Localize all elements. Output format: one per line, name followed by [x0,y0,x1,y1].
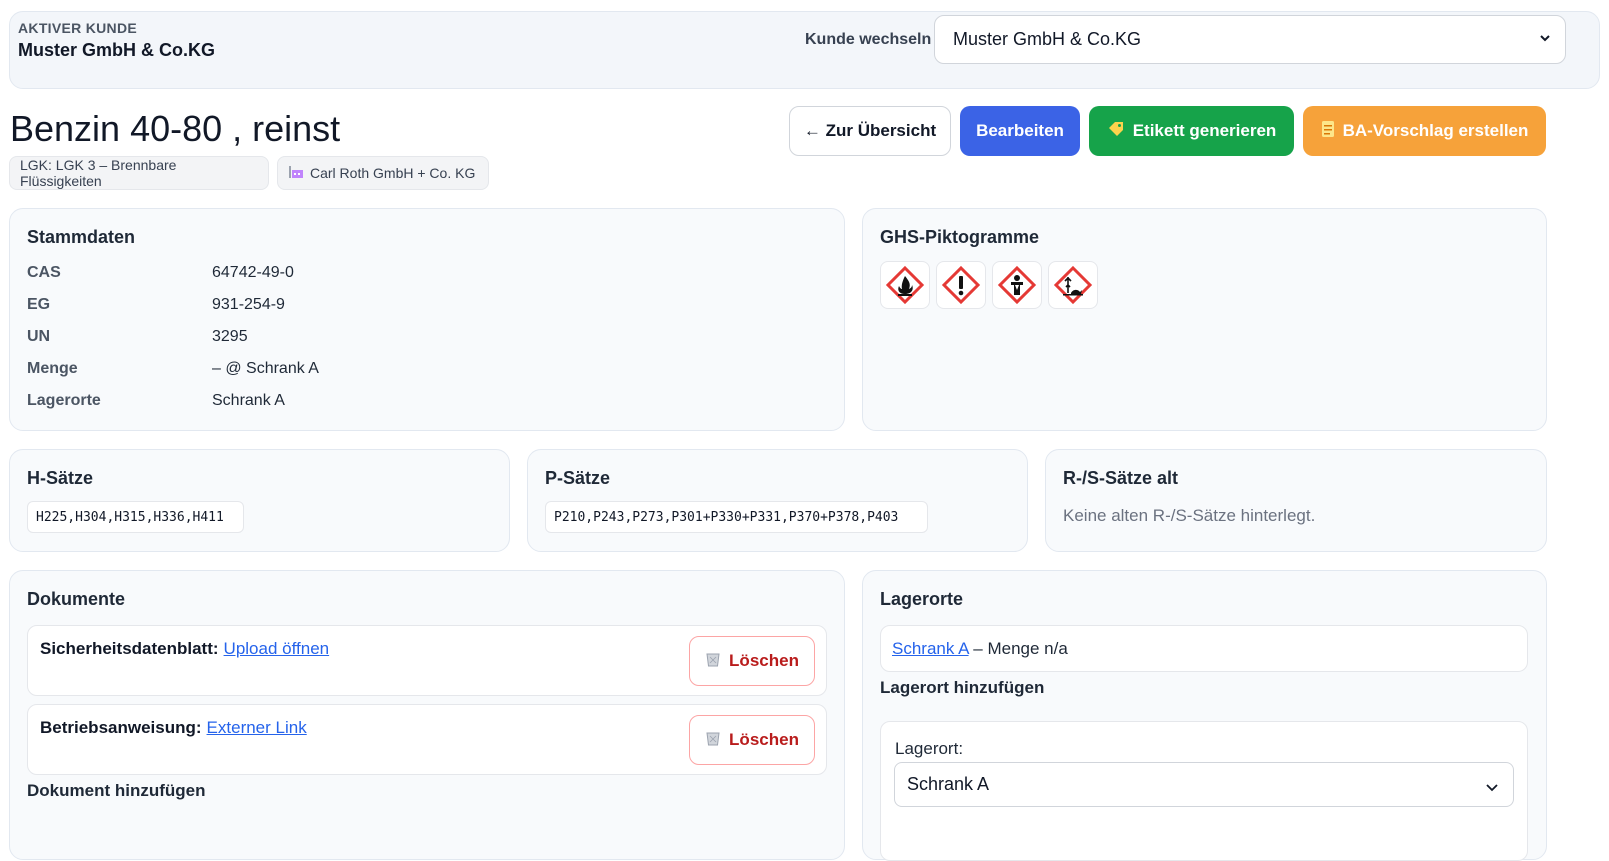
lagerorte-value: Schrank A [212,392,285,409]
ba-external-link[interactable]: Externer Link [207,718,307,738]
rs-saetze-empty: Keine alten R-/S-Sätze hinterlegt. [1063,506,1316,525]
storage-location-amount: – Menge n/a [968,639,1068,658]
menge-value: – @ Schrank A [212,360,319,377]
lagerorte-title: Lagerorte [880,589,964,609]
p-saetze-title: P-Sätze [545,468,611,488]
generate-label-text: Etikett generieren [1132,121,1277,140]
lgk-badge: LGK: LGK 3 – Brennbare Flüssigkeiten [9,156,269,190]
document-row-ba-text: Betriebsanweisung: Externer Link [40,718,307,738]
wastebasket-icon [705,651,721,672]
factory-icon [288,165,304,182]
sds-label: Sicherheitsdatenblatt: [40,639,219,658]
wastebasket-icon [705,730,721,751]
edit-label: Bearbeiten [976,121,1064,140]
stammdaten-title: Stammdaten [27,227,136,247]
un-key: UN [27,328,51,345]
document-icon [1321,120,1335,143]
delete-ba-label: Löschen [729,730,799,749]
storage-location-select-value: Schrank A [907,774,990,794]
environment-icon [1048,261,1098,309]
active-customer-caption: AKTIVER KUNDE [18,20,138,36]
p-saetze-value: P210,P243,P273,P301+P330+P331,P370+P378,… [545,501,928,533]
chevron-down-icon [1485,778,1499,799]
create-ba-proposal-label: BA-Vorschlag erstellen [1342,121,1529,140]
document-row-sds-text: Sicherheitsdatenblatt: Upload öffnen [40,639,329,659]
back-to-overview-label: ← Zur Übersicht [803,121,937,140]
customer-switch-label: Kunde wechseln [805,31,932,48]
add-document-heading: Dokument hinzufügen [27,781,206,800]
p-saetze-text: P210,P243,P273,P301+P330+P331,P370+P378,… [554,509,899,525]
cas-key: CAS [27,264,61,281]
rs-saetze-title: R-/S-Sätze alt [1063,468,1179,488]
supplier-badge: Carl Roth GmbH + Co. KG [277,156,489,190]
h-saetze-title: H-Sätze [27,468,94,488]
health-hazard-icon [992,261,1042,309]
menge-key: Menge [27,360,78,377]
delete-sds-button[interactable]: Löschen [689,636,815,686]
cas-value: 64742-49-0 [212,264,294,281]
lgk-badge-text: LGK: LGK 3 – Brennbare Flüssigkeiten [20,157,177,189]
storage-location-entry: Schrank A – Menge n/a [892,639,1068,659]
back-to-overview-button[interactable]: ← Zur Übersicht [789,106,951,156]
storage-location-link[interactable]: Schrank A [892,639,969,658]
page-title: Benzin 40-80 , reinst [10,108,341,149]
lagerorte-key: Lagerorte [27,392,101,409]
eg-value: 931-254-9 [212,296,285,313]
active-customer-name: Muster GmbH & Co.KG [18,40,216,60]
delete-sds-label: Löschen [729,651,799,670]
un-value: 3295 [212,328,248,345]
edit-button[interactable]: Bearbeiten [960,106,1080,156]
tag-icon [1107,120,1125,143]
customer-select-value: Muster GmbH & Co.KG [953,29,1142,49]
generate-label-button[interactable]: Etikett generieren [1089,106,1294,156]
supplier-badge-text: Carl Roth GmbH + Co. KG [310,165,476,181]
add-storage-heading: Lagerort hinzufügen [880,678,1045,697]
exclamation-icon [936,261,986,309]
chevron-down-icon [1539,32,1551,47]
flame-icon [880,261,930,309]
rs-saetze-card [1045,449,1547,552]
eg-key: EG [27,296,51,313]
sds-upload-link[interactable]: Upload öffnen [224,639,330,659]
ghs-title: GHS-Piktogramme [880,227,1040,247]
delete-ba-button[interactable]: Löschen [689,715,815,765]
storage-field-label: Lagerort: [895,739,964,758]
ba-label: Betriebsanweisung: [40,718,202,737]
h-saetze-text: H225,H304,H315,H336,H411 [36,509,224,525]
customer-select[interactable]: Muster GmbH & Co.KG [934,15,1566,64]
dokumente-title: Dokumente [27,589,126,609]
h-saetze-value: H225,H304,H315,H336,H411 [27,501,244,533]
create-ba-proposal-button[interactable]: BA-Vorschlag erstellen [1303,106,1546,156]
storage-location-select[interactable]: Schrank A [894,762,1514,807]
